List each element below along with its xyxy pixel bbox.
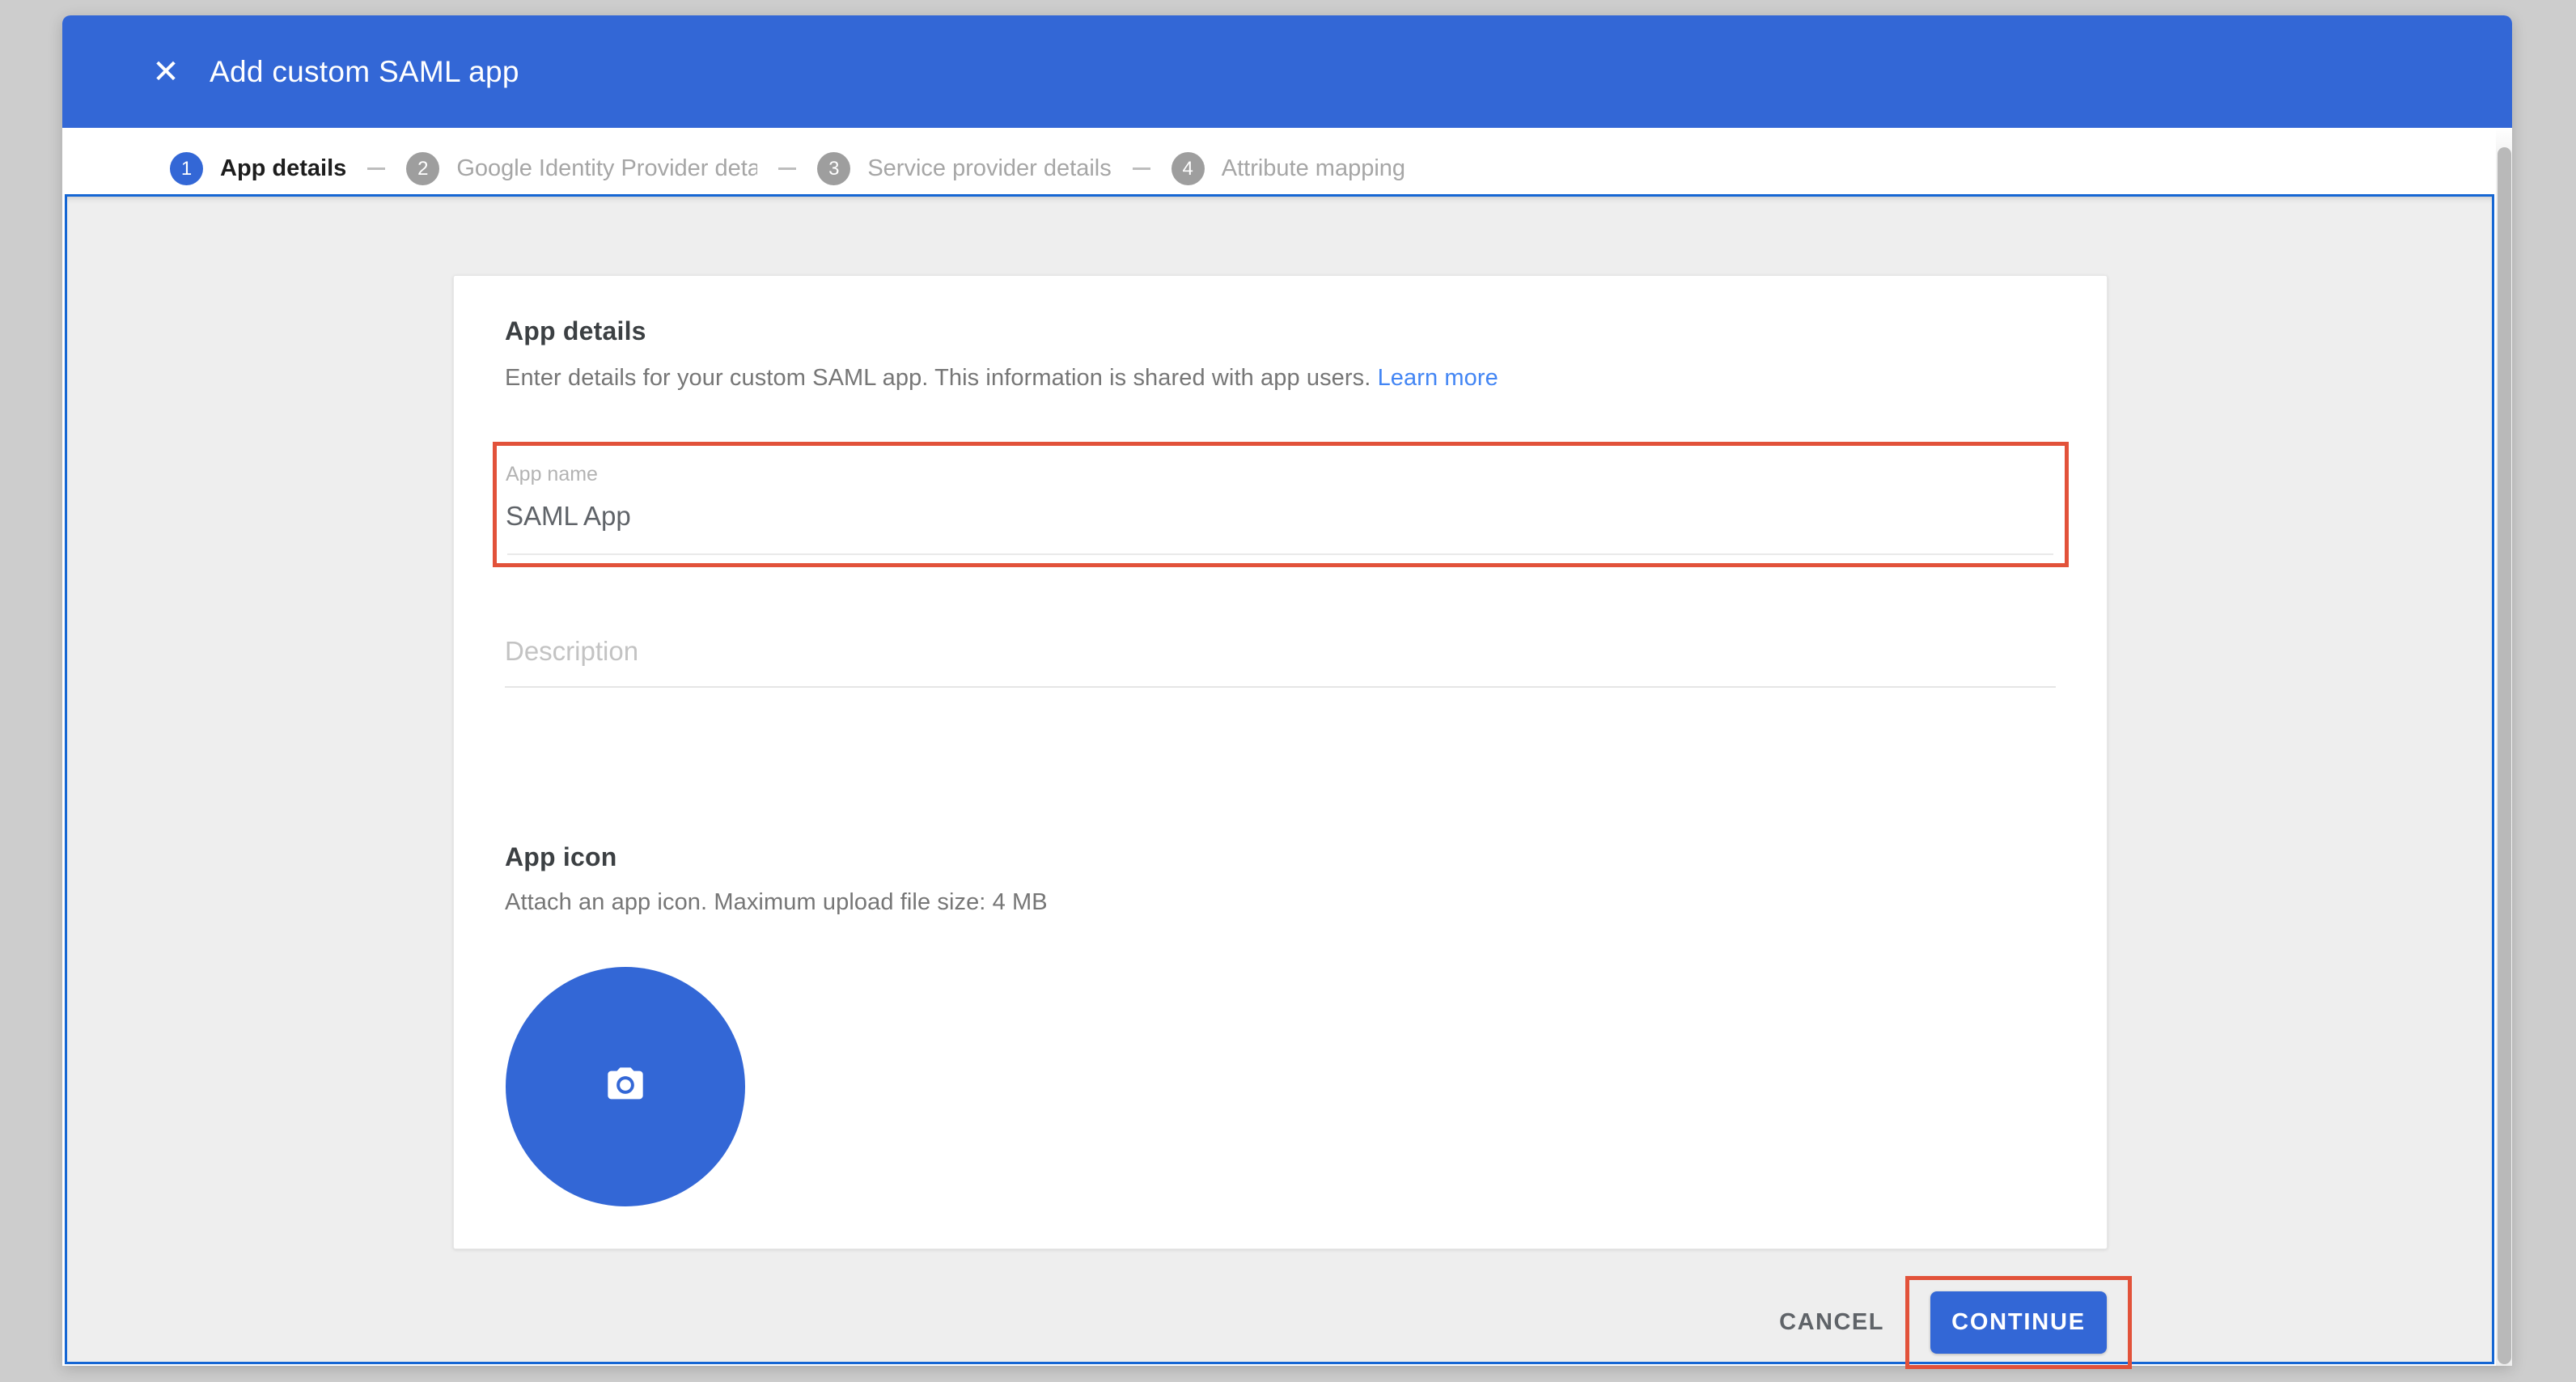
step-service-provider-details[interactable]: 3 Service provider details [817, 152, 1111, 185]
close-icon[interactable]: ✕ [148, 54, 184, 90]
step-2-circle: 2 [406, 152, 439, 185]
step-1-circle: 1 [170, 152, 203, 185]
app-name-input[interactable]: SAML App [506, 501, 631, 532]
app-name-label: App name [506, 463, 598, 486]
step-3-label: Service provider details [867, 155, 1111, 182]
dialog-header: ✕ Add custom SAML app [62, 15, 2512, 128]
annotation-highlight-continue: CONTINUE [1905, 1276, 2132, 1369]
app-icon-heading: App icon [505, 842, 616, 872]
app-details-heading: App details [505, 316, 646, 346]
screen: ✕ Add custom SAML app 1 App details 2 Go… [0, 0, 2576, 1382]
camera-icon [604, 1064, 646, 1110]
dialog-footer: CANCEL CONTINUE [453, 1280, 2132, 1364]
step-1-label: App details [220, 155, 346, 182]
learn-more-link[interactable]: Learn more [1378, 365, 1498, 391]
step-attribute-mapping[interactable]: 4 Attribute mapping [1171, 152, 1405, 185]
app-name-underline [507, 553, 2053, 555]
step-separator [367, 167, 385, 170]
step-3-circle: 3 [817, 152, 850, 185]
step-separator [778, 167, 796, 170]
description-input[interactable]: Description [505, 636, 2056, 688]
step-google-idp-details[interactable]: 2 Google Identity Provider details [406, 152, 757, 185]
description-placeholder: Description [505, 636, 638, 667]
app-icon-caption: Attach an app icon. Maximum upload file … [505, 889, 1048, 916]
description-text: Enter details for your custom SAML app. … [505, 365, 1378, 391]
annotation-highlight-app-name: App name SAML App [493, 442, 2069, 567]
dialog-title: Add custom SAML app [210, 55, 519, 89]
step-4-circle: 4 [1171, 152, 1205, 185]
description-underline [505, 686, 2056, 688]
step-separator [1133, 167, 1150, 170]
app-details-description: Enter details for your custom SAML app. … [505, 365, 1498, 392]
step-4-label: Attribute mapping [1222, 155, 1405, 182]
continue-button[interactable]: CONTINUE [1930, 1291, 2107, 1354]
step-app-details[interactable]: 1 App details [170, 152, 346, 185]
scrollbar-thumb[interactable] [2498, 147, 2511, 1364]
app-details-card: App details Enter details for your custo… [453, 275, 2108, 1249]
step-2-label: Google Identity Provider details [456, 155, 757, 182]
app-icon-upload-button[interactable] [506, 967, 745, 1206]
cancel-button[interactable]: CANCEL [1760, 1295, 1904, 1350]
